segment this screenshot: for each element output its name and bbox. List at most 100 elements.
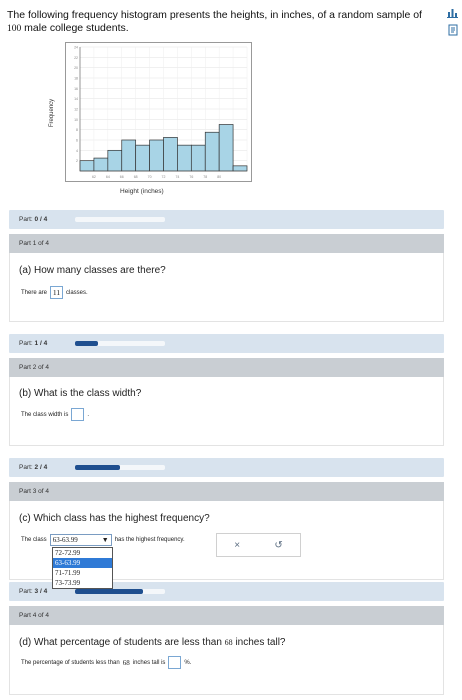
- x-tick-label: 80: [217, 175, 221, 179]
- question-d-number: 68: [224, 638, 233, 647]
- class-select-value: 63-63.99: [52, 536, 78, 544]
- classes-input[interactable]: 11: [50, 286, 64, 299]
- histogram-bar: [135, 144, 150, 172]
- class-dropdown-list: 72-72.99 63-63.99 71-71.99 73-73.99: [52, 547, 113, 589]
- answer-b-suffix: .: [87, 411, 90, 418]
- x-tick-label: 72: [162, 175, 166, 179]
- part-body-4: (d) What percentage of students are less…: [9, 625, 444, 695]
- histogram-bar: [177, 144, 192, 172]
- histogram-bar: [107, 149, 123, 172]
- answer-d-suffix: %.: [184, 659, 192, 666]
- answer-a-prefix: There are: [21, 289, 48, 296]
- x-tick-label: 62: [92, 175, 96, 179]
- x-tick-label: 68: [134, 175, 138, 179]
- dropdown-option[interactable]: 72-72.99: [53, 548, 112, 558]
- y-tick-label: 24: [74, 46, 78, 50]
- histogram-bar: [218, 124, 234, 172]
- chart-frame: 2 4 6 8 10 12 14 16 18 20 22 24 62 64 66 68 70 72 74 76 78 80: [65, 42, 252, 182]
- answer-c-prefix: The class: [21, 537, 47, 543]
- x-tick-label: 74: [175, 175, 179, 179]
- part-status-label: Part:: [19, 340, 33, 347]
- undo-icon[interactable]: ↺: [274, 540, 282, 551]
- sample-size: 100: [7, 24, 22, 34]
- histogram-bar: [93, 157, 109, 172]
- answer-b-prefix: The class width is: [21, 411, 69, 418]
- question-d-text: (d) What percentage of students are less…: [19, 637, 222, 648]
- y-tick-label: 22: [74, 56, 78, 60]
- part-body-2: (b) What is the class width? The class w…: [9, 377, 444, 446]
- answer-b: The class width is .: [21, 408, 89, 421]
- progress-bar: [75, 341, 165, 346]
- clear-icon[interactable]: ×: [234, 540, 240, 551]
- y-tick-label: 6: [76, 139, 78, 143]
- question-a: (a) How many classes are there?: [19, 265, 166, 276]
- histogram-bar: [121, 139, 137, 172]
- part-header-2: Part 2 of 4: [9, 358, 444, 377]
- histogram-bar: [163, 137, 178, 172]
- answer-d: The percentage of students less than 68 …: [21, 656, 191, 669]
- histogram-plot: 2468101214161820222462 64 66 68 70 72 74 76 78 80: [74, 46, 248, 179]
- problem-text-end: male college students.: [24, 22, 129, 34]
- histogram-bar: [149, 139, 164, 172]
- part-progress-count: 2 / 4: [34, 464, 48, 471]
- part-status-label: Part:: [19, 216, 33, 223]
- part-header-label: Part 2 of 4: [19, 364, 49, 371]
- x-tick-label: 64: [106, 175, 110, 179]
- dropdown-option-selected[interactable]: 63-63.99: [53, 558, 112, 568]
- part-header-label: Part 1 of 4: [19, 240, 49, 247]
- class-width-input[interactable]: [71, 408, 85, 421]
- part-status-label: Part:: [19, 464, 33, 471]
- histogram-bar: [232, 165, 248, 172]
- part-progress-count: 0 / 4: [34, 216, 48, 223]
- y-tick-label: 14: [74, 97, 78, 101]
- y-tick-label: 18: [74, 77, 78, 81]
- percentage-input[interactable]: [168, 656, 182, 669]
- chart-icon[interactable]: [446, 6, 459, 19]
- part-header-label: Part 4 of 4: [19, 612, 49, 619]
- part-header-1: Part 1 of 4: [9, 234, 444, 253]
- y-tick-label: 16: [74, 87, 78, 91]
- answer-tools: × ↺: [216, 533, 301, 557]
- class-select[interactable]: 63-63.99 ▼: [49, 534, 112, 546]
- part-status-label: Part:: [19, 588, 33, 595]
- histogram-bar: [204, 131, 220, 172]
- problem-text: The following frequency histogram presen…: [7, 9, 422, 21]
- histogram: Frequency 2 4 6 8 10 12 14 16 18 20 22 24 62 64 66 68 70…: [49, 42, 252, 202]
- answer-a-suffix: classes.: [66, 289, 88, 296]
- notes-icon[interactable]: [446, 23, 459, 36]
- part-progress-2: Part: 1 / 4: [9, 334, 444, 353]
- y-tick-label: 4: [76, 149, 78, 153]
- y-tick-label: 8: [76, 128, 78, 132]
- histogram-bar: [190, 144, 206, 172]
- answer-c-suffix: has the highest frequency.: [114, 537, 185, 543]
- y-tick-label: 10: [74, 118, 78, 122]
- part-progress-count: 3 / 4: [34, 588, 48, 595]
- x-tick-label: 66: [120, 175, 124, 179]
- x-tick-label: 76: [189, 175, 193, 179]
- y-tick-label: 12: [74, 108, 78, 112]
- progress-bar: [75, 465, 165, 470]
- dropdown-option[interactable]: 73-73.99: [53, 578, 112, 588]
- x-axis-label: Height (inches): [120, 188, 164, 195]
- y-tick-label: 2: [76, 159, 78, 163]
- x-tick-label: 78: [203, 175, 207, 179]
- answer-d-mid: inches tall is: [132, 659, 166, 666]
- histogram-bar: [79, 160, 95, 172]
- part-progress-1: Part: 0 / 4: [9, 210, 444, 229]
- part-progress-count: 1 / 4: [34, 340, 48, 347]
- part-body-1: (a) How many classes are there? There ar…: [9, 253, 444, 322]
- part-header-3: Part 3 of 4: [9, 482, 444, 501]
- progress-bar: [75, 217, 165, 222]
- y-tick-label: 20: [74, 66, 78, 70]
- answer-c: The class 63-63.99 ▼ has the highest freq…: [21, 534, 185, 546]
- answer-d-prefix: The percentage of students less than: [21, 659, 120, 666]
- dropdown-option[interactable]: 71-71.99: [53, 568, 112, 578]
- question-b: (b) What is the class width?: [19, 388, 142, 399]
- question-c: (c) Which class has the highest frequenc…: [19, 513, 210, 524]
- y-axis-label: Frequency: [49, 98, 56, 128]
- progress-fill: [75, 465, 120, 470]
- progress-bar: [75, 589, 165, 594]
- question-d: (d) What percentage of students are less…: [19, 637, 285, 648]
- chevron-down-icon: ▼: [101, 536, 109, 544]
- x-tick-label: 70: [148, 175, 152, 179]
